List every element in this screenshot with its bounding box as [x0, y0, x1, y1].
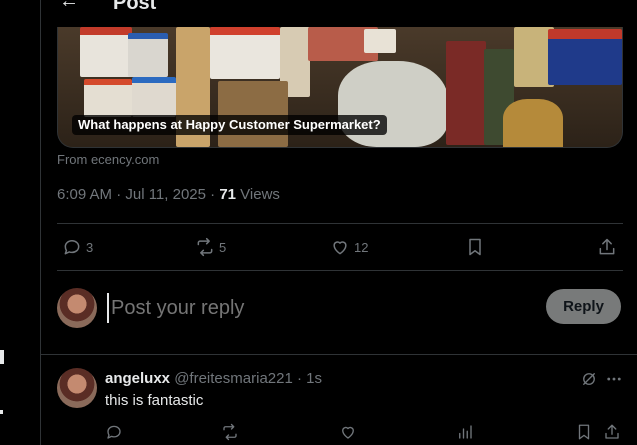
link-source[interactable]: From ecency.com — [57, 152, 159, 167]
reply-share-icon[interactable] — [603, 423, 621, 445]
rail-divider — [40, 0, 41, 445]
post-meta: 6:09 AM · Jul 11, 2025 · 71 Views — [57, 186, 280, 203]
photo-box — [80, 27, 132, 77]
photo-box — [210, 27, 280, 79]
reply-author-name[interactable]: angeluxx — [105, 370, 170, 387]
divider — [57, 223, 623, 224]
views-label: Views — [236, 186, 280, 203]
arrow-left-icon[interactable]: ← — [59, 0, 79, 10]
reply-bookmark-icon[interactable] — [575, 423, 593, 445]
reply-input[interactable] — [107, 293, 527, 323]
link-card-caption: What happens at Happy Customer Supermark… — [72, 115, 387, 135]
reply-actions — [105, 423, 623, 445]
photo-box — [446, 41, 486, 145]
repost-count: 5 — [219, 239, 227, 255]
repost-action[interactable]: 5 — [195, 232, 226, 262]
left-navigation-rail — [0, 0, 40, 445]
photo-box — [503, 99, 563, 147]
photo-box — [84, 79, 132, 117]
heart-icon — [333, 241, 347, 255]
reply-avatar[interactable] — [57, 368, 97, 408]
repost-icon — [197, 237, 213, 257]
photo-box — [128, 33, 168, 77]
reply-count: 3 — [86, 239, 94, 255]
reply-text: this is fantastic — [105, 392, 204, 409]
share-action[interactable] — [597, 232, 617, 262]
rail-nav-glyph[interactable] — [0, 350, 4, 364]
reply-repost-icon[interactable] — [221, 423, 239, 445]
rail-nav-glyph-small[interactable] — [0, 410, 3, 414]
divider — [57, 270, 623, 271]
like-action[interactable]: 12 — [330, 232, 368, 262]
photo-box — [132, 77, 176, 117]
more-options-icon[interactable] — [603, 368, 625, 390]
photo-box — [364, 29, 396, 53]
link-card-image[interactable]: What happens at Happy Customer Supermark… — [57, 27, 623, 148]
avatar[interactable] — [57, 288, 97, 328]
reply-action[interactable]: 3 — [62, 232, 93, 262]
photo-box — [548, 29, 622, 85]
post-actions: 3 5 12 — [57, 232, 623, 262]
like-count: 12 — [354, 239, 369, 255]
photo-box — [218, 81, 288, 147]
reply-button[interactable]: Reply — [546, 289, 621, 324]
post-timestamp[interactable]: 6:09 AM · Jul 11, 2025 · — [57, 186, 219, 203]
bookmark-action[interactable] — [465, 232, 485, 262]
reply-reply-icon[interactable] — [105, 423, 123, 445]
reply-icon — [64, 240, 80, 255]
views-count: 71 — [219, 186, 236, 203]
share-icon — [599, 238, 615, 255]
section-divider — [41, 354, 637, 355]
page-title: Post — [113, 0, 156, 10]
bookmark-icon — [469, 238, 481, 256]
reply-analytics-icon[interactable] — [456, 423, 474, 445]
reply-author-handle[interactable]: @freitesmaria221 · 1s — [170, 370, 322, 387]
grok-icon[interactable] — [578, 368, 600, 390]
reply-heart-icon[interactable] — [339, 423, 357, 445]
post-header: ← Post — [41, 0, 637, 10]
reply-header: angeluxx @freitesmaria221 · 1s — [105, 370, 322, 387]
